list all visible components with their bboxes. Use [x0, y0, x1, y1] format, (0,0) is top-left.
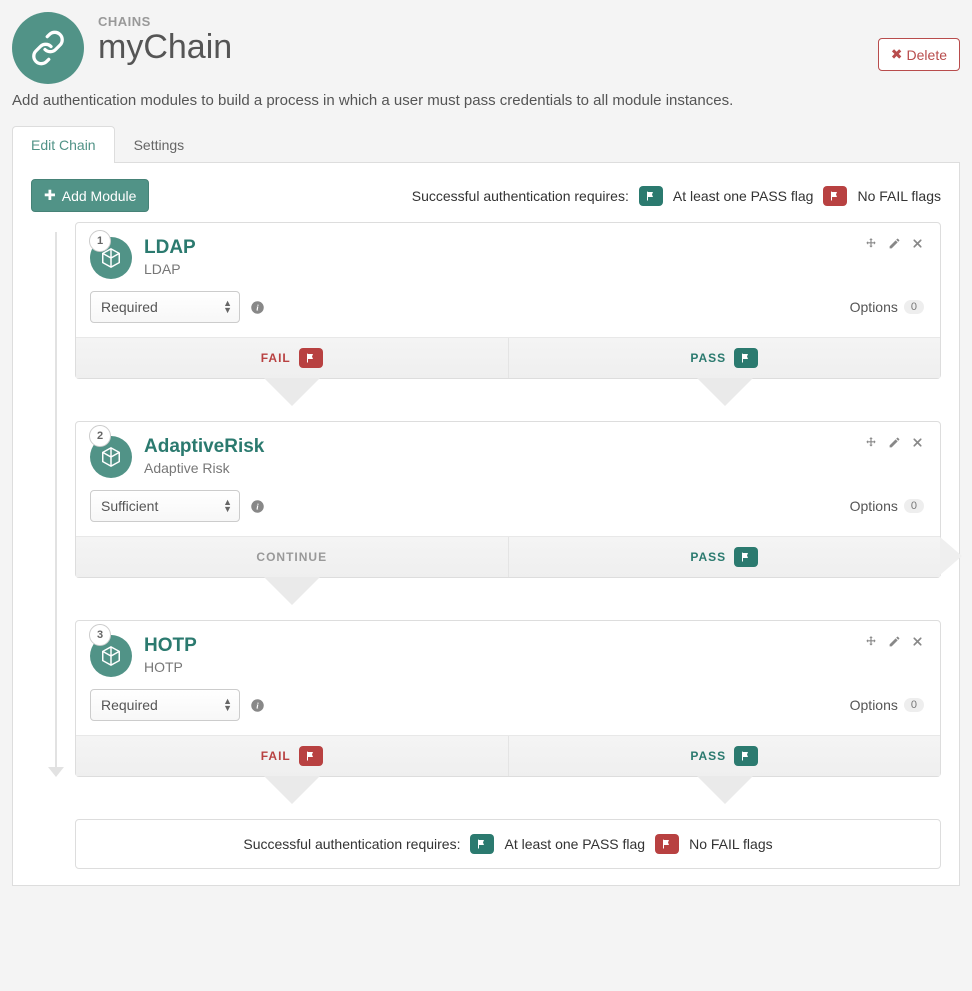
- move-icon[interactable]: [864, 237, 878, 279]
- edit-icon[interactable]: [888, 436, 901, 478]
- remove-icon[interactable]: [911, 237, 924, 279]
- arrow-down-icon: [264, 378, 320, 406]
- step-number: 3: [89, 624, 111, 646]
- flag-icon: [655, 834, 679, 854]
- info-icon[interactable]: i: [250, 698, 265, 713]
- options-count: 0: [904, 698, 924, 712]
- timeline-arrow-icon: [48, 767, 64, 777]
- criteria-select[interactable]: Required: [90, 291, 240, 323]
- close-icon: ✖: [891, 46, 903, 63]
- flag-icon: [299, 348, 323, 368]
- info-icon[interactable]: i: [250, 499, 265, 514]
- arrow-right-icon: [940, 537, 962, 575]
- options-label: Options: [850, 697, 898, 713]
- module-title: HOTP: [144, 635, 864, 657]
- module-subtitle: HOTP: [144, 659, 864, 675]
- timeline-line: [55, 232, 57, 769]
- module-title: LDAP: [144, 237, 864, 259]
- info-icon[interactable]: i: [250, 300, 265, 315]
- tab-edit-chain[interactable]: Edit Chain: [12, 126, 115, 163]
- pass-flag-text: At least one PASS flag: [673, 188, 814, 204]
- flag-icon: [734, 746, 758, 766]
- fail-flag-text: No FAIL flags: [857, 188, 941, 204]
- flag-icon: [470, 834, 494, 854]
- criteria-select[interactable]: Sufficient: [90, 490, 240, 522]
- module-subtitle: Adaptive Risk: [144, 460, 864, 476]
- arrow-down-icon: [264, 577, 320, 605]
- module-card: LDAPLDAPRequired▲▼iOptions0FAILPASS: [75, 222, 941, 379]
- remove-icon[interactable]: [911, 635, 924, 677]
- flow-arrows: [75, 578, 941, 620]
- flow-arrows: [75, 777, 941, 819]
- add-module-button[interactable]: ✚ Add Module: [31, 179, 149, 212]
- final-requirements-card: Successful authentication requires: At l…: [75, 819, 941, 869]
- fail-flag-text: No FAIL flags: [689, 836, 773, 852]
- options-count: 0: [904, 300, 924, 314]
- flag-icon: [299, 746, 323, 766]
- module-card: HOTPHOTPRequired▲▼iOptions0FAILPASS: [75, 620, 941, 777]
- options-label: Options: [850, 299, 898, 315]
- outcome-pass: PASS: [508, 338, 941, 378]
- requires-text: Successful authentication requires:: [243, 836, 460, 852]
- options-label: Options: [850, 498, 898, 514]
- step-number: 2: [89, 425, 111, 447]
- move-icon[interactable]: [864, 436, 878, 478]
- module-title: AdaptiveRisk: [144, 436, 864, 458]
- edit-icon[interactable]: [888, 237, 901, 279]
- module-subtitle: LDAP: [144, 261, 864, 277]
- arrow-down-icon: [264, 776, 320, 804]
- page-description: Add authentication modules to build a pr…: [12, 92, 960, 109]
- flag-icon: [823, 186, 847, 206]
- plus-icon: ✚: [44, 187, 56, 204]
- delete-label: Delete: [907, 47, 947, 63]
- tabs: Edit ChainSettings: [12, 125, 960, 163]
- chain-header-icon: [12, 12, 84, 84]
- flow-arrows: [75, 379, 941, 421]
- delete-button[interactable]: ✖ Delete: [878, 38, 960, 71]
- step-number: 1: [89, 230, 111, 252]
- add-module-label: Add Module: [62, 188, 137, 204]
- outcome-fail: FAIL: [76, 736, 508, 776]
- breadcrumb: CHAINS: [98, 14, 878, 29]
- pass-flag-text: At least one PASS flag: [504, 836, 645, 852]
- remove-icon[interactable]: [911, 436, 924, 478]
- outcome-fail: FAIL: [76, 338, 508, 378]
- tab-settings[interactable]: Settings: [115, 126, 204, 163]
- flag-icon: [639, 186, 663, 206]
- arrow-down-icon: [697, 378, 753, 406]
- module-card: AdaptiveRiskAdaptive RiskSufficient▲▼iOp…: [75, 421, 941, 578]
- page-title: myChain: [98, 29, 878, 66]
- criteria-select[interactable]: Required: [90, 689, 240, 721]
- flag-icon: [734, 348, 758, 368]
- outcome-pass: PASS: [508, 537, 941, 577]
- outcome-pass: PASS: [508, 736, 941, 776]
- options-count: 0: [904, 499, 924, 513]
- requires-text: Successful authentication requires:: [412, 188, 629, 204]
- edit-icon[interactable]: [888, 635, 901, 677]
- move-icon[interactable]: [864, 635, 878, 677]
- flag-icon: [734, 547, 758, 567]
- arrow-down-icon: [697, 776, 753, 804]
- outcome-continue: CONTINUE: [76, 537, 508, 577]
